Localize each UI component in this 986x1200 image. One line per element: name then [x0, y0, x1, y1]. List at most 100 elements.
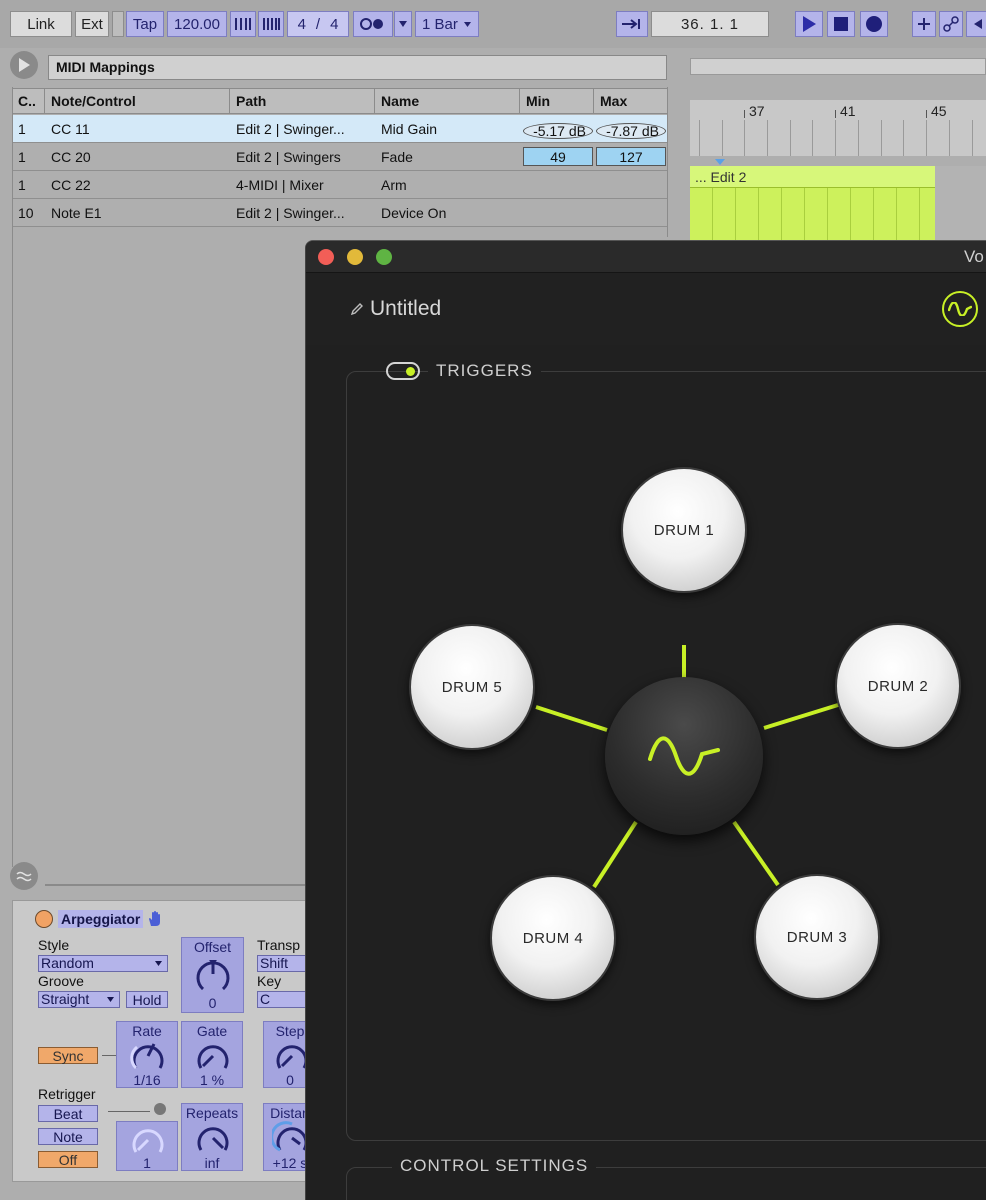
center-hub[interactable]	[605, 677, 763, 835]
time-signature-field[interactable]: 4 / 4	[287, 11, 349, 37]
style-dropdown[interactable]: Random	[38, 955, 168, 972]
table-row[interactable]: 1 CC 20 Edit 2 | Swingers Fade 49 127	[12, 143, 668, 171]
column-header-channel[interactable]: C..	[12, 89, 45, 113]
drum-4-pad[interactable]: DRUM 4	[490, 875, 616, 1001]
follow-arrow-icon[interactable]	[616, 11, 648, 37]
window-title: Vo	[964, 247, 984, 266]
retrigger-off-button[interactable]: Off	[38, 1151, 98, 1168]
rate-label: Rate	[132, 1023, 162, 1039]
gate-knob-icon	[197, 1045, 229, 1069]
panel-toggle-icon[interactable]	[10, 51, 38, 79]
back-to-arrangement-icon[interactable]	[966, 11, 986, 37]
table-row[interactable]: 1 CC 22 4-MIDI | Mixer Arm	[12, 171, 668, 199]
song-position-field[interactable]: 36. 1. 1	[651, 11, 769, 37]
midi-mappings-title: MIDI Mappings	[48, 55, 667, 80]
tempo-field[interactable]: 120.00	[167, 11, 227, 37]
close-window-icon[interactable]	[318, 249, 334, 265]
midi-clip[interactable]: ... Edit 2	[690, 166, 935, 240]
record-icon[interactable]	[860, 11, 888, 37]
row-channel: 1	[18, 176, 26, 193]
automation-icon[interactable]	[939, 11, 963, 37]
stop-icon[interactable]	[827, 11, 855, 37]
play-icon[interactable]	[795, 11, 823, 37]
style-label: Style	[38, 937, 70, 953]
empty-track-area[interactable]	[935, 166, 986, 240]
row-control: CC 11	[51, 120, 90, 137]
column-header-max[interactable]: Max	[594, 89, 668, 113]
beat-ruler[interactable]: 37 41 45	[690, 100, 986, 156]
gate-label: Gate	[196, 1023, 228, 1039]
row-name: Fade	[381, 148, 413, 165]
key-label: Key	[257, 973, 282, 989]
zoom-window-icon[interactable]	[376, 249, 392, 265]
clip-name: ... Edit 2	[690, 166, 935, 188]
drum-3-pad[interactable]: DRUM 3	[754, 874, 880, 1000]
row-min-value[interactable]: 49	[523, 147, 593, 166]
drum-2-pad[interactable]: DRUM 2	[835, 623, 961, 749]
retrigger-label: Retrigger	[38, 1086, 96, 1102]
row-channel: 1	[18, 148, 26, 165]
groove-dropdown[interactable]: Straight	[38, 991, 120, 1008]
column-header-min[interactable]: Min	[520, 89, 594, 113]
drum-5-pad[interactable]: DRUM 5	[409, 624, 535, 750]
retrigger-knob-icon	[132, 1129, 164, 1153]
row-channel: 1	[18, 120, 26, 137]
offset-control[interactable]: Offset 0	[181, 937, 244, 1013]
waveform-toggle-icon[interactable]	[10, 862, 38, 890]
retrigger-value: 1	[143, 1155, 151, 1171]
table-header: C.. Note/Control Path Name Min Max	[12, 88, 668, 114]
row-path: 4-MIDI | Mixer	[236, 176, 324, 193]
transpose-label: Transp	[257, 937, 301, 953]
time-signature-denominator: 4	[330, 15, 339, 33]
quantization-dropdown[interactable]: 1 Bar	[415, 11, 479, 37]
add-icon[interactable]	[912, 11, 936, 37]
column-header-name[interactable]: Name	[375, 89, 520, 113]
column-header-path[interactable]: Path	[230, 89, 375, 113]
window-titlebar[interactable]: Vo	[306, 241, 986, 273]
table-row[interactable]: 10 Note E1 Edit 2 | Swinger... Device On	[12, 199, 668, 227]
rate-control[interactable]: Rate 1/16	[116, 1021, 178, 1088]
offset-label: Offset	[193, 939, 232, 955]
tempo-nudge-up-icon[interactable]	[258, 11, 284, 37]
row-min-value[interactable]: -5.17 dB	[523, 123, 593, 139]
ext-sync-button[interactable]: Ext	[75, 11, 109, 37]
drum-1-pad[interactable]: DRUM 1	[621, 467, 747, 593]
document-name: Untitled	[370, 297, 442, 320]
row-max-value[interactable]: 127	[596, 147, 666, 166]
device-on-toggle[interactable]	[35, 910, 53, 928]
column-header-control[interactable]: Note/Control	[45, 89, 230, 113]
link-button[interactable]: Link	[10, 11, 72, 37]
connector-line	[108, 1111, 150, 1112]
groove-value: Straight	[41, 991, 90, 1007]
tempo-nudge-down-icon[interactable]	[230, 11, 256, 37]
row-name: Device On	[381, 204, 447, 221]
row-max-value[interactable]: -7.87 dB	[596, 123, 666, 139]
panel-border-right	[667, 87, 668, 237]
gate-control[interactable]: Gate 1 %	[181, 1021, 243, 1088]
ruler-label: 45	[931, 103, 947, 119]
metronome-icon[interactable]	[353, 11, 393, 37]
chevron-down-icon	[107, 997, 114, 1002]
wave-icon	[648, 736, 720, 776]
table-row[interactable]: 1 CC 11 Edit 2 | Swinger... Mid Gain -5.…	[12, 115, 668, 143]
row-control: Note E1	[51, 204, 102, 221]
sync-button[interactable]: Sync	[38, 1047, 98, 1064]
document-name-field[interactable]: Untitled	[350, 297, 441, 321]
retrigger-note-button[interactable]: Note	[38, 1128, 98, 1145]
ruler-tick	[744, 110, 745, 118]
hand-pointer-icon	[149, 911, 161, 926]
ruler-tick	[926, 110, 927, 118]
repeats-control[interactable]: Repeats inf	[181, 1103, 243, 1171]
row-channel: 10	[18, 204, 34, 221]
metronome-dropdown-icon[interactable]	[394, 11, 412, 37]
repeats-value: inf	[204, 1155, 220, 1171]
row-control: CC 20	[51, 148, 91, 165]
arrangement-overview[interactable]	[690, 58, 986, 75]
hold-button[interactable]: Hold	[126, 991, 168, 1008]
logo-icon[interactable]	[942, 291, 978, 327]
retrigger-beat-button[interactable]: Beat	[38, 1105, 98, 1122]
ruler-label: 41	[840, 103, 856, 119]
minimize-window-icon[interactable]	[347, 249, 363, 265]
retrigger-control[interactable]: 1	[116, 1121, 178, 1171]
tap-tempo-button[interactable]: Tap	[126, 11, 164, 37]
